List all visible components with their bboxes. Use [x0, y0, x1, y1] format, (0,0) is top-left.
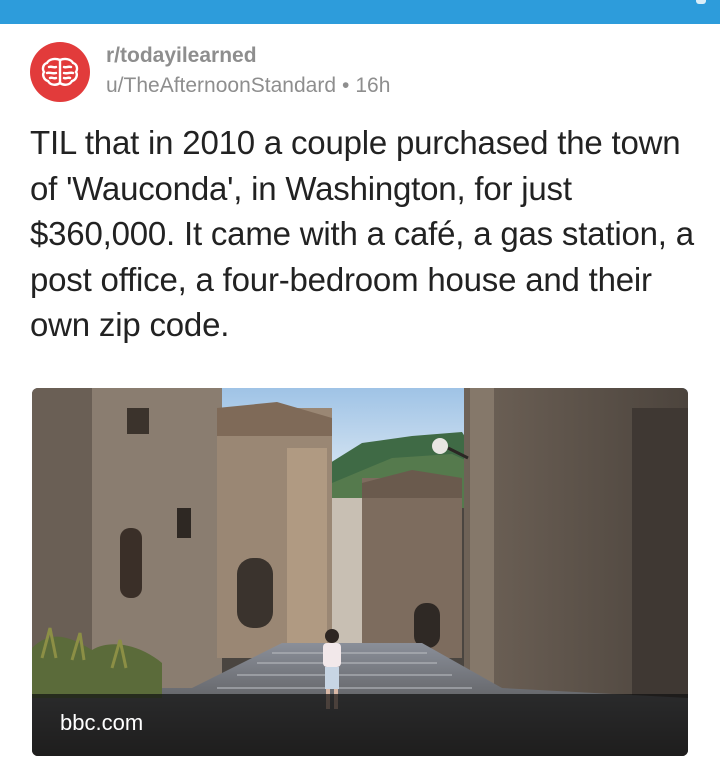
brain-icon — [41, 57, 79, 86]
link-preview-card[interactable]: bbc.com — [32, 388, 688, 756]
status-indicator — [696, 0, 706, 4]
post-title[interactable]: TIL that in 2010 a couple purchased the … — [30, 120, 700, 348]
link-domain-bar: bbc.com — [32, 694, 688, 756]
subreddit-name[interactable]: r/todayilearned — [106, 44, 257, 68]
meta-separator: • — [342, 74, 350, 97]
app-top-bar — [0, 0, 720, 24]
post-age: 16h — [355, 74, 391, 97]
post-header: r/todayilearned u/TheAfternoonStandard • 1… — [30, 40, 690, 104]
author-name[interactable]: u/TheAfternoonStandard — [106, 74, 336, 97]
subreddit-avatar[interactable] — [30, 42, 90, 102]
link-domain[interactable]: bbc.com — [60, 710, 143, 736]
post-meta: u/TheAfternoonStandard • 16h — [106, 74, 390, 98]
